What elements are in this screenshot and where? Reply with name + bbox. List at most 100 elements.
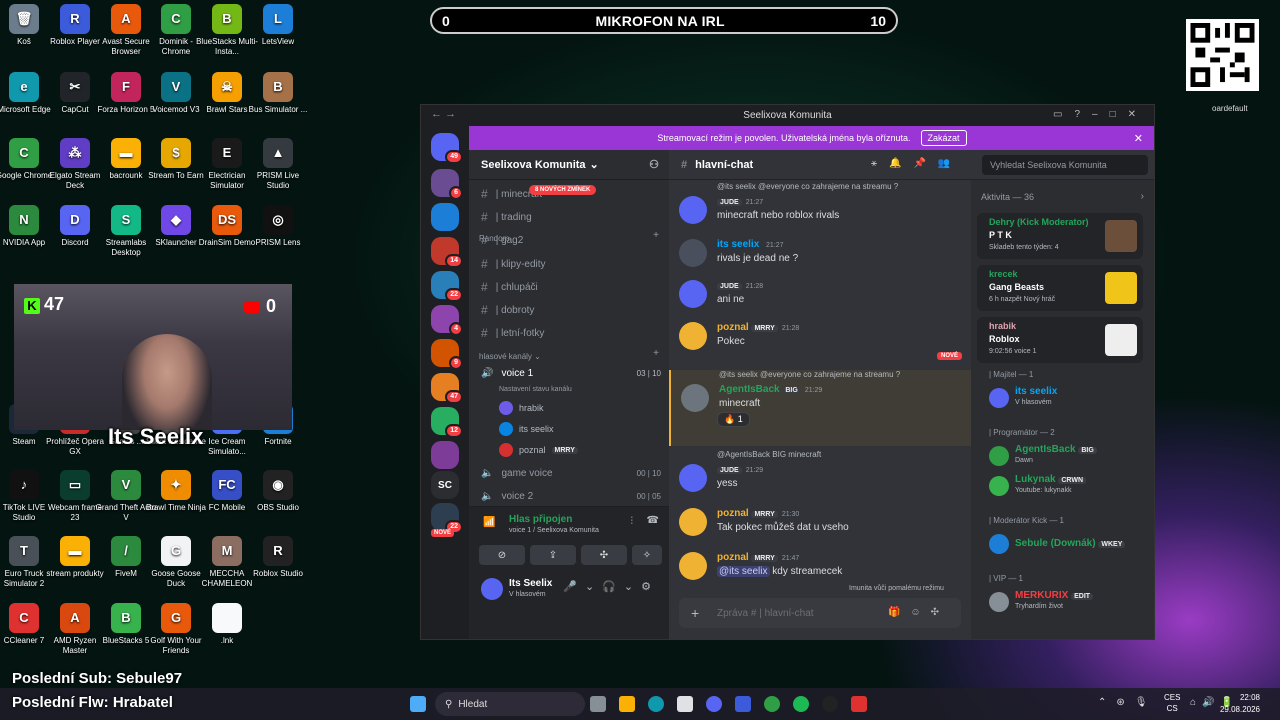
message-author[interactable]: JUDE 21:27 <box>717 196 763 207</box>
server-icon[interactable]: 49 <box>431 133 463 164</box>
member[interactable]: AgentIsBack BIG Dawn <box>989 444 1149 470</box>
voice-channel-game[interactable]: 🔈 game voice 00 | 10 <box>481 468 661 479</box>
tray-icons[interactable]: ⌃⊛🎙 <box>1098 697 1157 708</box>
language-indicator[interactable]: CES CS <box>1164 692 1180 714</box>
clock[interactable]: 22:08 29.08.2026 <box>1220 692 1260 716</box>
avatar[interactable] <box>481 578 503 600</box>
avatar[interactable] <box>679 196 707 224</box>
roblox-icon[interactable] <box>735 696 751 712</box>
server-icon[interactable]: 4 <box>431 305 463 336</box>
activity-card[interactable]: Dehry (Kick Moderator) P T K Skladeb tento… <box>977 213 1143 259</box>
spotify-icon[interactable] <box>793 696 809 712</box>
reply-reference[interactable]: @its seelix @everyone co zahrajeme na st… <box>717 182 898 191</box>
soundboard-button[interactable]: ✧ <box>632 545 662 565</box>
mention[interactable]: @its seelix <box>717 566 770 577</box>
message-composer[interactable]: + Zpráva # | hlavní-chat 🎁☺✣ <box>679 598 961 628</box>
avatar[interactable] <box>681 384 709 412</box>
window-controls[interactable]: ▭?–□✕ <box>1053 109 1148 120</box>
header-icons[interactable]: ⚹🔔📌👥 <box>871 158 962 169</box>
server-icon[interactable] <box>431 203 459 231</box>
text-channel[interactable]: # | klipy-edity <box>481 257 661 271</box>
member[interactable]: Sebule (Downák) WKEY <box>989 532 1149 558</box>
server-icon[interactable]: 22 <box>431 271 463 302</box>
desktop-icon[interactable]: R Roblox Studio <box>246 536 310 579</box>
category-voice[interactable]: hlasové kanály ⌄ <box>479 352 541 361</box>
close-icon[interactable]: ✕ <box>1134 132 1143 145</box>
desktop-icon[interactable]: L LetsView <box>246 4 310 47</box>
channel-status[interactable]: Nastavení stavu kanálu <box>499 386 572 393</box>
edge-icon[interactable] <box>648 696 664 712</box>
voice-channel-2[interactable]: 🔈 voice 2 00 | 05 <box>481 491 661 502</box>
message-author[interactable]: JUDE 21:28 <box>717 280 763 291</box>
message-author[interactable]: poznal MRRY 21:30 <box>717 508 799 519</box>
voice-user[interactable]: hrabik <box>499 401 544 415</box>
category-random[interactable]: Random <box>479 234 509 243</box>
server-icon[interactable] <box>431 441 459 469</box>
taskbar-search[interactable]: ⚲ Hledat <box>435 692 585 716</box>
composer-icons[interactable]: 🎁☺✣ <box>888 607 949 618</box>
avatar[interactable] <box>679 552 707 580</box>
screen-share-button[interactable]: ⇪ <box>530 545 576 565</box>
chevron-right-icon[interactable]: › <box>1141 191 1144 202</box>
avatar[interactable] <box>679 508 707 536</box>
add-channel-icon[interactable]: + <box>653 230 659 241</box>
voice-user[interactable]: poznal MRRY <box>499 443 578 457</box>
desktop-icon[interactable]: ▲ PRISM Live Studio <box>246 138 310 191</box>
discord-icon[interactable] <box>706 696 722 712</box>
activities-button[interactable]: ✣ <box>581 545 627 565</box>
start-icon[interactable] <box>410 696 426 712</box>
message-author[interactable]: poznal MRRY 21:28 <box>717 322 799 333</box>
activity-card[interactable]: hrabik Roblox 9:02:56 voice 1 <box>977 317 1143 363</box>
member[interactable]: MERKURIX EDIT Tryhardím život <box>989 590 1149 616</box>
chrome-icon[interactable] <box>764 696 780 712</box>
message-author[interactable]: AgentIsBack BIG 21:29 <box>719 384 822 395</box>
server-icon[interactable]: 6 <box>431 169 463 200</box>
task-view-icon[interactable] <box>590 696 606 712</box>
member[interactable]: Lukynak CRWN Youtube: lukynakk <box>989 474 1149 500</box>
activity-card[interactable]: krecek Gang Beasts 6 h nazpět Nový hráč <box>977 265 1143 311</box>
avatar[interactable] <box>679 239 707 267</box>
app-icon[interactable] <box>851 696 867 712</box>
text-channel[interactable]: # | chlupáči <box>481 280 661 294</box>
server-header[interactable]: Seelixova Komunita ⌄ ⚇ <box>469 150 669 180</box>
signal-icon[interactable]: 📶 <box>483 517 495 528</box>
server-icon[interactable]: 22 <box>431 503 463 534</box>
text-channel[interactable]: # | dobroty <box>481 303 661 317</box>
desktop-icon[interactable]: ◎ PRISM Lens <box>246 205 310 248</box>
disconnect-icon[interactable]: ☎ <box>647 515 659 526</box>
desktop-icon[interactable]: .lnk <box>195 603 259 646</box>
server-icon[interactable]: 47 <box>431 373 463 404</box>
message-author[interactable]: JUDE 21:29 <box>717 464 763 475</box>
message-author[interactable]: poznal MRRY 21:47 <box>717 552 799 563</box>
avatar[interactable] <box>679 464 707 492</box>
voice-channel-1[interactable]: 🔊 voice 1 03 | 10 <box>481 368 661 379</box>
reply-reference[interactable]: @its seelix @everyone co zahrajeme na st… <box>719 370 900 379</box>
voice-user[interactable]: its seelix <box>499 422 554 436</box>
avatar[interactable] <box>679 280 707 308</box>
reaction-fire[interactable]: 🔥 1 <box>717 412 750 427</box>
obs-icon[interactable] <box>822 696 838 712</box>
plus-icon[interactable]: + <box>691 605 699 621</box>
avatar[interactable] <box>679 322 707 350</box>
desktop-icon[interactable]: ◉ OBS Studio <box>246 470 310 513</box>
add-user-icon[interactable]: ⚇ <box>649 158 659 171</box>
server-icon[interactable]: SC <box>431 471 459 499</box>
reply-reference[interactable]: @AgentIsBack BIG minecraft <box>717 450 821 459</box>
user-controls[interactable]: 🎤⌄🎧⌄⚙ <box>563 580 659 593</box>
new-mentions-badge[interactable]: 8 NOVÝCH ZMÍNEK <box>529 185 597 195</box>
server-icon[interactable]: 9 <box>431 339 463 370</box>
text-channel[interactable]: # | trading <box>481 210 661 224</box>
disable-streamer-mode-button[interactable]: Zakázat <box>920 130 967 146</box>
text-channel[interactable]: # | letní-fotky <box>481 326 661 340</box>
camera-off-button[interactable]: ⊘ <box>479 545 525 565</box>
server-icon[interactable]: 12 <box>431 407 463 438</box>
message-author[interactable]: its seelix 21:27 <box>717 239 784 250</box>
desktop-icon[interactable]: B Bus Simulator ... <box>246 72 310 115</box>
search-input[interactable]: Vyhledat Seelixova Komunita <box>982 155 1148 175</box>
member[interactable]: its seelix V hlasovém <box>989 386 1149 412</box>
store-icon[interactable] <box>677 696 693 712</box>
add-voice-channel-icon[interactable]: + <box>653 348 659 359</box>
file-explorer-icon[interactable] <box>619 696 635 712</box>
noise-icon[interactable]: ⫶ <box>631 516 634 527</box>
back-forward-icon[interactable]: ← → <box>431 108 456 120</box>
